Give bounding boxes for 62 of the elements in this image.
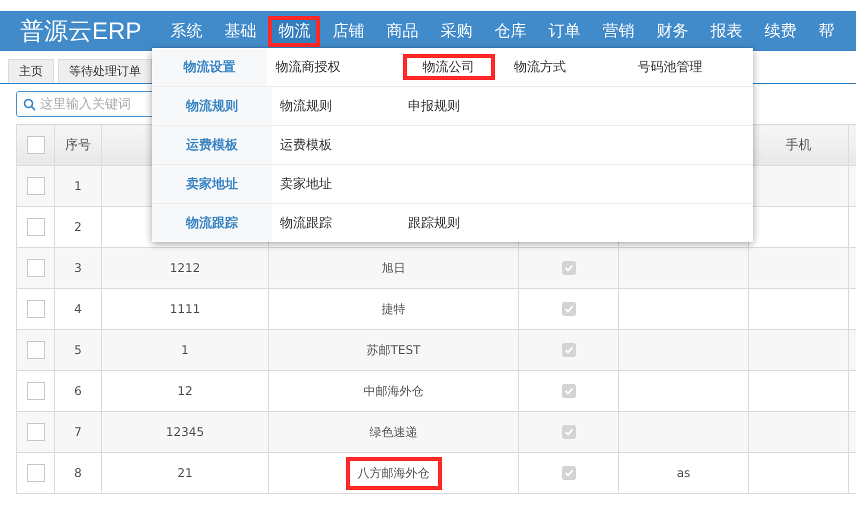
menu-group-label: 物流规则 — [152, 87, 272, 125]
nav-menu-item[interactable]: 财务 — [647, 16, 698, 46]
nav-menu-item[interactable]: 基础 — [215, 16, 266, 46]
row-checkbox[interactable] — [26, 218, 44, 236]
table-cell-text: 旭日 — [380, 260, 406, 276]
app-logo: 普源云ERP — [19, 17, 142, 47]
nav-menu-item[interactable]: 报表 — [701, 16, 752, 46]
menu-item[interactable]: 物流方式 — [506, 48, 630, 86]
table-cell: 7 — [54, 412, 102, 452]
nav-menu-item[interactable]: 订单 — [539, 16, 590, 46]
table-cell: 4 — [54, 288, 102, 330]
search-icon — [23, 98, 36, 110]
menu-item[interactable]: 物流跟踪 — [272, 204, 400, 242]
table-cell: 3 — [54, 248, 102, 288]
menu-group-label: 物流设置 — [152, 48, 268, 86]
row-checkbox[interactable] — [26, 341, 44, 359]
menu-item[interactable]: 物流商授权 — [267, 48, 391, 86]
row-checkbox[interactable] — [26, 259, 44, 277]
table-cell: 21 — [102, 452, 268, 494]
row-checkbox[interactable] — [26, 177, 44, 195]
nav-menu-item[interactable]: 采购 — [431, 16, 482, 46]
nav-menu-item[interactable]: 店铺 — [323, 16, 374, 46]
table-cell: 6 — [54, 370, 102, 412]
nav-menu-item[interactable]: 仓库 — [485, 16, 536, 46]
table-cell-text: 中邮海外仓 — [362, 382, 424, 400]
table-cell: 1111 — [102, 288, 268, 330]
menu-item[interactable]: 跟踪规则 — [400, 204, 528, 242]
table-cell: 8 — [54, 452, 102, 494]
menu-group-label: 运费模板 — [152, 126, 272, 164]
row-checkbox[interactable] — [26, 423, 44, 441]
page-tab[interactable]: 等待处理订单 — [58, 59, 152, 83]
table-cell-text: 苏邮TEST — [366, 342, 422, 358]
table-cell: 1 — [54, 166, 102, 206]
menu-item[interactable]: 物流规则 — [272, 87, 400, 125]
row-checkbox[interactable] — [26, 464, 44, 482]
page-tab[interactable]: 主页 — [8, 59, 54, 83]
table-cell-text: 绿色速递 — [368, 424, 418, 440]
menu-item[interactable]: 号码池管理 — [630, 48, 754, 86]
nav-menu-item[interactable]: 营销 — [593, 16, 644, 46]
nav-menu-item[interactable]: 帮 — [809, 16, 844, 46]
menu-group-label: 卖家地址 — [152, 165, 272, 203]
select-all-checkbox[interactable] — [26, 136, 44, 154]
table-cell: 1212 — [102, 248, 268, 288]
table-cell: 2 — [54, 206, 102, 248]
table-cell: 12 — [102, 370, 268, 412]
menu-item[interactable]: 卖家地址 — [272, 165, 400, 203]
table-cell: 1 — [102, 330, 268, 370]
row-checkbox[interactable] — [26, 382, 44, 400]
menu-item[interactable]: 申报规则 — [400, 87, 528, 125]
nav-menu-item[interactable]: 商品 — [377, 16, 428, 46]
table-cell: 5 — [54, 330, 102, 370]
row-checkbox[interactable] — [26, 300, 44, 318]
menu-item[interactable]: 物流公司 — [390, 48, 506, 86]
table-cell-text: 捷特 — [380, 300, 406, 318]
menu-item[interactable]: 运费模板 — [272, 126, 400, 164]
column-header: 序号 — [54, 124, 102, 166]
nav-menu-item[interactable]: 物流 — [269, 16, 320, 46]
nav-menu-item[interactable]: 续费 — [755, 16, 806, 46]
menu-group-label: 物流跟踪 — [152, 204, 272, 242]
nav-menu-item[interactable]: 系统 — [161, 16, 212, 46]
table-cell: as — [618, 452, 748, 494]
table-cell: 12345 — [102, 412, 268, 452]
